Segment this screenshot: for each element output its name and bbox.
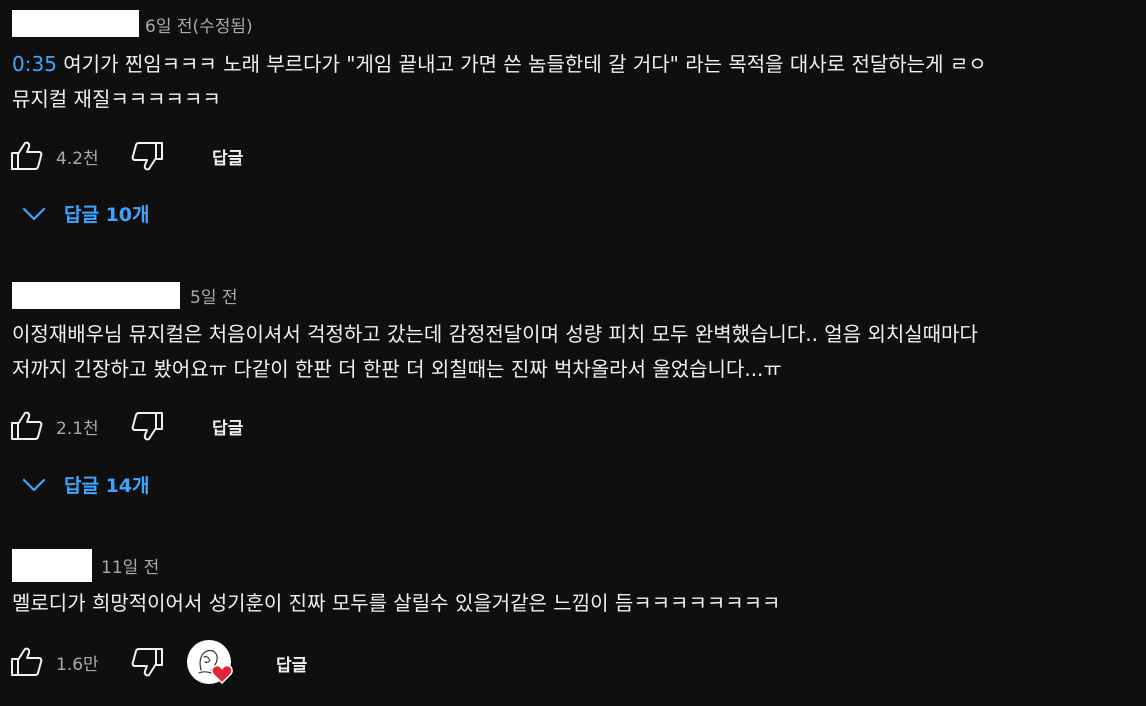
like-count: 2.1천 (56, 419, 99, 439)
comment-text-line2: 뮤지컬 재질ㅋㅋㅋㅋㅋㅋ (12, 87, 221, 111)
like-button[interactable] (8, 138, 46, 174)
redacted-author-name (12, 282, 180, 309)
view-replies-button[interactable]: 답글 14개 (22, 471, 150, 498)
dislike-button[interactable] (128, 408, 166, 444)
dislike-icon (131, 648, 163, 677)
reply-button[interactable]: 답글 (276, 651, 307, 676)
dislike-button[interactable] (128, 138, 166, 174)
reply-button[interactable]: 답글 (212, 414, 243, 439)
like-count: 1.6만 (56, 655, 99, 675)
like-icon (11, 411, 43, 440)
view-replies-label: 답글 10개 (64, 204, 150, 226)
like-button[interactable] (8, 408, 46, 444)
timestamp-link[interactable]: 0:35 (12, 52, 57, 76)
redacted-author-name (12, 10, 139, 37)
reply-button[interactable]: 답글 (212, 144, 243, 169)
chevron-down-icon (22, 207, 46, 220)
comment-time[interactable]: 11일 전 (101, 553, 159, 578)
comment-text-line1: 멜로디가 희망적이어서 성기훈이 진짜 모두를 살릴수 있을거같은 느낌이 듬ㅋ… (12, 591, 781, 615)
like-count: 4.2천 (56, 149, 99, 169)
like-icon (11, 647, 43, 676)
redacted-author-name (12, 549, 92, 582)
comment-text-line1: 이정재배우님 뮤지컬은 처음이셔서 걱정하고 갔는데 감정전달이며 성량 피치 … (12, 322, 978, 346)
comment-time[interactable]: 5일 전 (190, 283, 238, 308)
dislike-icon (131, 142, 163, 171)
dislike-icon (131, 412, 163, 441)
comment-text-line1: 여기가 찐임ㅋㅋㅋ 노래 부르다가 "게임 끝내고 가면 쓴 놈들한테 갈 거다… (56, 52, 987, 76)
view-replies-button[interactable]: 답글 10개 (22, 200, 150, 227)
like-icon (11, 141, 43, 170)
comment-time[interactable]: 6일 전(수정됨) (145, 12, 253, 37)
view-replies-label: 답글 14개 (64, 475, 150, 497)
comment-text: 0:35 여기가 찐임ㅋㅋㅋ 노래 부르다가 "게임 끝내고 가면 쓴 놈들한테… (12, 48, 987, 81)
creator-heart-badge (187, 640, 233, 684)
chevron-down-icon (22, 478, 46, 491)
like-button[interactable] (8, 644, 46, 680)
dislike-button[interactable] (128, 644, 166, 680)
comment-text-line2: 저까지 긴장하고 봤어요ㅠ 다같이 한판 더 한판 더 외칠때는 진짜 벅차올라… (12, 357, 782, 381)
creator-heart-icon (211, 664, 233, 684)
